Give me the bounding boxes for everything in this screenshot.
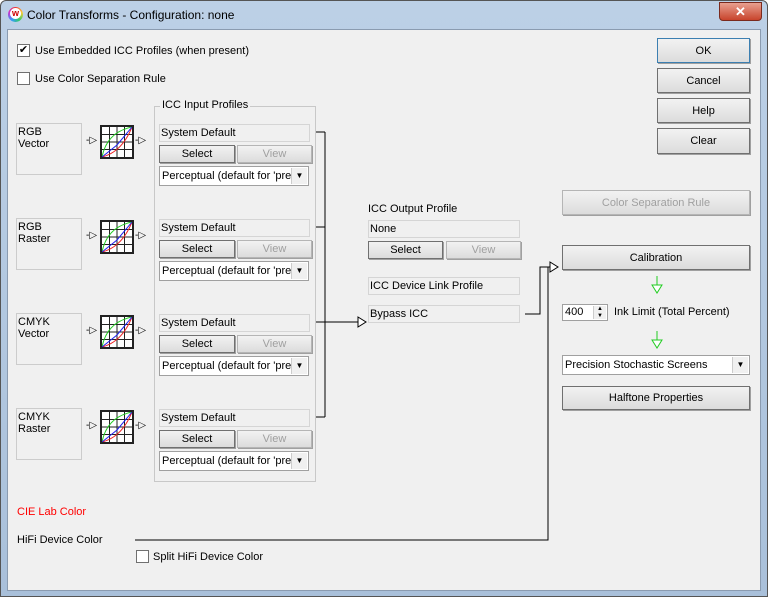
curve-grid-icon[interactable]	[100, 315, 134, 349]
curve-grid-icon[interactable]	[100, 410, 134, 444]
input-merge-line	[316, 131, 326, 418]
rendering-intent-value: Perceptual (default for 'pretty	[162, 360, 303, 372]
output-select-button[interactable]: Select	[368, 241, 443, 259]
flow-arrow-icon: -▷	[135, 325, 147, 336]
chevron-down-icon: ▼	[291, 358, 307, 374]
rendering-intent-value: Perceptual (default for 'pretty	[162, 170, 303, 182]
hifi-device-color-label: HiFi Device Color	[17, 534, 103, 546]
input-select-button[interactable]: Select	[159, 145, 235, 163]
input-select-button[interactable]: Select	[159, 240, 235, 258]
connector-lines	[135, 131, 663, 541]
chevron-down-icon: ▼	[291, 168, 307, 184]
input-source-label: CMYK Vector	[16, 313, 82, 365]
icc-output-profile-field: None	[368, 220, 520, 238]
flow-arrow-icon: -▷	[86, 325, 98, 336]
screen-dropdown[interactable]: Precision Stochastic Screens ▼	[562, 355, 750, 375]
input-profile-field: System Default	[159, 124, 310, 142]
to-calibration-arrow	[549, 261, 559, 273]
rendering-intent-dropdown[interactable]: Perceptual (default for 'pretty ▼	[159, 356, 309, 376]
chevron-down-icon: ▼	[291, 263, 307, 279]
chevron-down-icon: ▼	[291, 453, 307, 469]
split-hifi-label: Split HiFi Device Color	[153, 551, 264, 563]
chevron-down-icon: ▼	[732, 357, 748, 373]
to-calibration-line	[525, 266, 550, 315]
cie-lab-color-label: CIE Lab Color	[17, 506, 87, 518]
input-source-label: CMYK Raster	[16, 408, 82, 460]
screen-selected-value: Precision Stochastic Screens	[565, 359, 708, 371]
color-separation-rule-button: Color Separation Rule	[562, 190, 750, 215]
device-link-label: ICC Device Link Profile	[368, 277, 520, 295]
rendering-intent-dropdown[interactable]: Perceptual (default for 'pretty ▼	[159, 451, 309, 471]
curve-grid-icon[interactable]	[100, 125, 134, 159]
to-devicelink-arrow	[357, 316, 367, 328]
flow-arrow-icon: -▷	[135, 420, 147, 431]
curve-grid-icon[interactable]	[100, 220, 134, 254]
input-view-button: View	[237, 240, 312, 258]
green-flow-arrow-2	[651, 331, 663, 349]
halftone-properties-button[interactable]: Halftone Properties	[562, 386, 750, 410]
rendering-intent-value: Perceptual (default for 'pretty	[162, 455, 303, 467]
input-view-button: View	[237, 430, 312, 448]
output-view-button: View	[446, 241, 521, 259]
ink-limit-value: 400	[565, 306, 584, 318]
flow-arrow-icon: -▷	[135, 230, 147, 241]
input-source-label: RGB Raster	[16, 218, 82, 270]
calibration-button[interactable]: Calibration	[562, 245, 750, 270]
input-view-button: View	[237, 145, 312, 163]
rendering-intent-dropdown[interactable]: Perceptual (default for 'pretty ▼	[159, 261, 309, 281]
split-hifi-checkbox[interactable]	[136, 550, 149, 563]
spin-arrows-icon[interactable]: ▲ ▼	[593, 306, 606, 319]
input-select-button[interactable]: Select	[159, 430, 235, 448]
flow-arrow-icon: -▷	[86, 420, 98, 431]
flow-arrow-icon: -▷	[86, 230, 98, 241]
input-profile-field: System Default	[159, 409, 310, 427]
ink-limit-spinbox[interactable]: 400 ▲ ▼	[562, 304, 608, 321]
input-profile-field: System Default	[159, 219, 310, 237]
flow-arrow-icon: -▷	[86, 135, 98, 146]
input-source-label: RGB Vector	[16, 123, 82, 175]
device-link-profile-field: Bypass ICC	[368, 305, 520, 323]
flow-arrow-icon: -▷	[135, 135, 147, 146]
rendering-intent-value: Perceptual (default for 'pretty	[162, 265, 303, 277]
rendering-intent-dropdown[interactable]: Perceptual (default for 'pretty ▼	[159, 166, 309, 186]
ink-limit-label: Ink Limit (Total Percent)	[614, 306, 730, 318]
input-profile-field: System Default	[159, 314, 310, 332]
input-select-button[interactable]: Select	[159, 335, 235, 353]
input-view-button: View	[237, 335, 312, 353]
green-flow-arrow-1	[651, 276, 663, 294]
icc-output-label: ICC Output Profile	[368, 203, 458, 215]
